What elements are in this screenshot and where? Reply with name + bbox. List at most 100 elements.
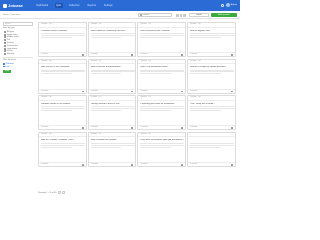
question-card[interactable]: Question · 1 pt ⋯ Why does the browser ope… [137,131,186,167]
more-options-icon[interactable]: ⋯ [231,61,233,63]
edit-icon[interactable] [131,163,134,166]
question-card[interactable]: Question · 1 pt ⋯ How to Migrate Data 0 ans… [187,22,236,57]
card-title[interactable]: How to Migrate Data [190,30,234,33]
more-options-icon[interactable]: ⋯ [231,97,233,99]
search-input[interactable] [143,13,171,17]
more-options-icon[interactable]: ⋯ [132,61,134,63]
question-card[interactable]: Question · 1 pt ⋯ Preparing your team for … [137,95,186,131]
question-card[interactable]: Question · 1 pt ⋯ Getting started in three… [87,95,137,131]
question-card[interactable]: Question · 1 pt ⋯ How to Increase Net Prom… [137,22,186,57]
more-options-icon[interactable]: ⋯ [181,97,183,99]
checkbox[interactable] [4,33,6,36]
checkbox[interactable] [4,39,6,42]
card-title[interactable]: How to Increase Net Promoter [140,30,184,33]
card-text-preview [41,106,85,112]
checkbox[interactable] [4,41,6,44]
card-title[interactable]: Preparing your team for installation [140,103,184,106]
type-filter-item[interactable]: Matching [4,53,33,56]
card-header: Question · 1 pt ⋯ [88,23,136,28]
card-title[interactable]: How I can the Answer Work? [140,66,184,69]
edit-icon[interactable] [181,127,183,129]
more-options-icon[interactable]: ⋯ [231,24,233,26]
more-options-icon[interactable]: ⋯ [132,134,134,136]
previous-page-button[interactable]: ‹ [58,191,62,194]
more-options-icon[interactable]: ⋯ [132,24,134,26]
checkbox[interactable] [4,36,6,39]
edit-icon[interactable] [81,54,84,56]
edit-icon[interactable] [81,127,84,129]
edit-icon[interactable] [131,54,134,56]
card-title[interactable]: How Secure is the Password? [41,66,85,69]
more-options-icon[interactable]: ⋯ [82,24,84,26]
status-filter-item[interactable]: Draft [3,65,33,68]
edit-icon[interactable] [230,90,233,93]
question-card[interactable]: ⋯ 0 answers [187,131,236,167]
filter-icon[interactable] [183,14,186,17]
card-footer: 0 answers [88,161,136,166]
question-card[interactable]: Question · 1 pt ⋯ How to Assess Leadership… [87,22,137,57]
card-meta: Question · 1 pt [90,97,102,99]
app-logo[interactable]: Jotcase [3,0,23,11]
nav-item-dashboard[interactable]: Dashboard [35,3,50,8]
more-options-icon[interactable]: ⋯ [82,97,84,99]
checkbox[interactable] [4,30,6,33]
card-header: ⋯ [188,133,235,138]
nav-item-settings[interactable]: Settings [102,3,114,8]
edit-icon[interactable] [230,54,233,56]
card-title[interactable]: Getting started in three or five [91,103,135,106]
card-title[interactable]: Software needs to run smooth [41,103,85,106]
more-options-icon[interactable]: ⋯ [82,134,84,136]
edit-icon[interactable] [181,54,183,56]
card-title[interactable]: How do I change or update personal [190,66,234,69]
question-card[interactable]: Question · 1 pt ⋯ How Secure is the Passwo… [38,58,87,94]
edit-icon[interactable] [81,90,84,93]
nav-item-quiz[interactable]: Quiz [54,3,63,8]
list-view-icon[interactable] [179,14,182,17]
card-title[interactable]: How to Assess Leadership Success [91,30,135,33]
apply-filter-button[interactable]: Apply [3,69,11,73]
card-title[interactable]: Customer NDA & Solutions [41,30,85,33]
checkbox[interactable] [4,50,6,53]
checkbox[interactable] [4,53,6,56]
search-box[interactable] [138,13,172,17]
edit-icon[interactable] [131,90,134,93]
checkbox[interactable] [4,47,6,50]
question-card[interactable]: Question · 1 pt ⋯ How I can the Answer Wor… [137,58,186,94]
edit-icon[interactable] [81,163,84,166]
add-question-button[interactable]: Add question [211,13,237,17]
edit-icon[interactable] [230,127,233,129]
edit-icon[interactable] [181,163,183,166]
edit-icon[interactable] [230,163,233,166]
avatar[interactable] [225,3,230,7]
bell-icon[interactable] [220,3,224,7]
sidebar-search-input[interactable]: Search [3,22,33,26]
more-options-icon[interactable]: ⋯ [181,24,183,26]
question-card[interactable]: Question · 1 pt ⋯ How do I change or updat… [187,58,236,94]
question-card[interactable]: Question · 1 pt ⋯ Can I setup the account?… [187,95,236,131]
edit-icon[interactable] [181,90,183,93]
checkbox[interactable] [4,44,6,47]
more-options-icon[interactable]: ⋯ [132,97,134,99]
card-title[interactable]: How to enable the solution [91,139,135,142]
more-options-icon[interactable]: ⋯ [82,61,84,63]
question-card[interactable]: Question · 1 pt ⋯ How do I contact Custome… [38,131,87,167]
more-options-icon[interactable]: ⋯ [181,134,183,136]
question-card[interactable]: Question · 1 pt ⋯ How to find the document… [87,58,137,94]
question-card[interactable]: Question · 1 pt ⋯ Software needs to run sm… [38,95,87,131]
question-card[interactable]: Question · 1 pt ⋯ How to enable the soluti… [87,131,137,167]
grid-view-icon[interactable] [176,14,179,17]
nav-item-reports[interactable]: Reports [86,3,97,8]
import-button[interactable]: Import [189,13,209,17]
card-title[interactable]: Why does the browser open pdf documents? [140,139,184,142]
type-filter-list: All types Single choice Multiple choice … [3,30,33,56]
next-page-button[interactable]: › [62,191,66,194]
card-title[interactable]: Can I setup the account? [190,103,234,106]
user-name[interactable]: Admin [231,4,237,6]
more-options-icon[interactable]: ⋯ [181,61,183,63]
card-title[interactable]: How do I contact Customer Care? [41,139,85,142]
question-card[interactable]: Question · 1 pt ⋯ Customer NDA & Solutions… [38,22,87,57]
card-title[interactable]: How to find the documentation? [91,66,135,69]
edit-icon[interactable] [131,127,134,129]
nav-item-collection[interactable]: Collection [68,3,82,8]
more-options-icon[interactable]: ⋯ [231,134,233,136]
